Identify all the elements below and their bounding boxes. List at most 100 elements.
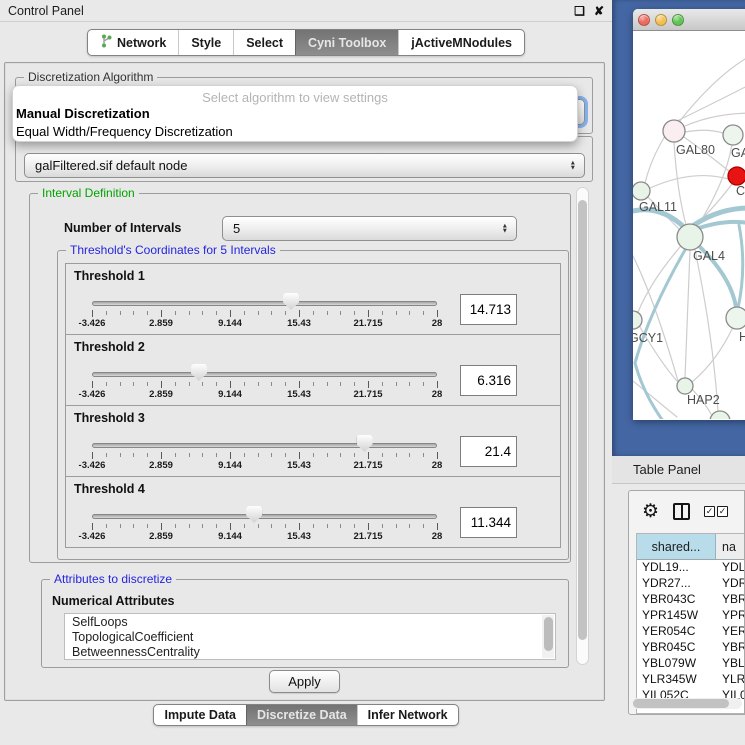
slider-track[interactable]: [92, 443, 437, 448]
gear-icon[interactable]: ⚙: [642, 502, 659, 521]
slider-tick: [147, 311, 148, 315]
tab-jactivemnodules[interactable]: jActiveMNodules: [398, 30, 524, 55]
tab-select[interactable]: Select: [233, 30, 295, 55]
table-data-combobox[interactable]: galFiltered.sif default node ▲▼: [24, 153, 585, 178]
table-row[interactable]: YPR145WYPR1: [637, 608, 744, 624]
number-of-intervals-combobox[interactable]: 5 ▲▼: [222, 216, 517, 241]
network-edge[interactable]: [679, 59, 745, 122]
tab-infer-network[interactable]: Infer Network: [357, 705, 458, 725]
network-edge[interactable]: [685, 113, 745, 126]
slider-tick: [161, 310, 162, 317]
node-label: GAL80: [676, 143, 715, 157]
network-edge[interactable]: [635, 363, 663, 419]
threshold-value-field[interactable]: 21.4: [460, 436, 517, 467]
threshold-value-field[interactable]: 14.713: [460, 294, 517, 325]
mac-zoom-button[interactable]: [672, 14, 684, 26]
network-edge[interactable]: [685, 130, 723, 133]
network-window-titlebar[interactable]: [633, 9, 745, 31]
slider-tick: [147, 382, 148, 386]
tab-cyni-toolbox[interactable]: Cyni Toolbox: [295, 30, 398, 55]
algorithm-hint-option[interactable]: Select algorithm to view settings: [13, 90, 577, 105]
table-row[interactable]: YDL19...YDL1: [637, 560, 744, 576]
table-row[interactable]: YER054CYER0: [637, 624, 744, 640]
float-window-icon[interactable]: ❑: [574, 5, 585, 17]
algorithm-option-equal-width[interactable]: Equal Width/Frequency Discretization: [13, 123, 577, 141]
algorithm-option-manual[interactable]: Manual Discretization: [13, 105, 577, 123]
network-node[interactable]: [728, 167, 745, 185]
slider-thumb[interactable]: [246, 506, 262, 523]
slider-tick: [409, 311, 410, 315]
network-node[interactable]: [710, 411, 730, 419]
network-canvas[interactable]: GAL80GACGAL11GAL4GCY1HHAP2: [633, 31, 745, 419]
table-horizontal-scrollbar[interactable]: [631, 698, 742, 709]
checkbox-icon[interactable]: ✓: [704, 506, 715, 517]
table-toolbar: ⚙ ✓ ✓: [629, 491, 744, 531]
slider-thumb[interactable]: [283, 293, 299, 310]
settings-scrollbar[interactable]: [576, 187, 589, 665]
tab-label: Style: [191, 36, 221, 50]
threshold-row: Threshold 1-3.4262.8599.14415.4321.71528…: [65, 263, 561, 335]
slider-thumb[interactable]: [357, 435, 373, 452]
network-edge[interactable]: [635, 250, 685, 363]
close-panel-icon[interactable]: ✘: [594, 5, 604, 17]
threshold-value-field[interactable]: 6.316: [460, 365, 517, 396]
network-node[interactable]: [663, 120, 685, 142]
attributes-scrollbar[interactable]: [542, 615, 554, 658]
column-header-1[interactable]: shared...: [637, 534, 716, 559]
combo-arrows-icon: ▲▼: [570, 160, 576, 171]
numerical-attributes-list[interactable]: SelfLoopsTopologicalCoefficientBetweenne…: [64, 613, 556, 660]
slider-tick: [258, 382, 259, 386]
node-label: GCY1: [633, 331, 663, 345]
slider-tick: [437, 452, 438, 459]
network-node[interactable]: [723, 125, 743, 145]
slider-tick: [147, 524, 148, 528]
slider-tick: [106, 311, 107, 315]
table-cell: YDR2: [716, 576, 744, 592]
table-row[interactable]: YDR27...YDR2: [637, 576, 744, 592]
slider-track[interactable]: [92, 372, 437, 377]
table-row[interactable]: YBR043CYBR0: [637, 592, 744, 608]
slider-tick: [271, 311, 272, 315]
attribute-item[interactable]: SelfLoops: [65, 614, 555, 629]
top-tab-bar: Network Style SelectCyni Toolbox jActiveMNo…: [87, 29, 525, 56]
slider-tick: [189, 382, 190, 386]
control-panel: Control Panel ❑ ✘ NetworkStyleSelectCyni…: [0, 0, 612, 745]
mac-close-button[interactable]: [638, 14, 650, 26]
table-panel-titlebar: Table Panel: [612, 456, 745, 484]
attribute-item[interactable]: TopologicalCoefficient: [65, 629, 555, 644]
slider-tick: [368, 452, 369, 459]
slider-tick: [120, 382, 121, 386]
network-edge[interactable]: [695, 250, 718, 411]
tab-impute-data[interactable]: Impute Data: [154, 705, 246, 725]
tab-network[interactable]: Network: [88, 30, 178, 55]
slider-track[interactable]: [92, 514, 437, 519]
table-row[interactable]: YLR345WYLR3: [637, 672, 744, 688]
slider-track[interactable]: [92, 301, 437, 306]
slider-thumb[interactable]: [191, 364, 207, 381]
tab-discretize-data[interactable]: Discretize Data: [246, 705, 357, 725]
column-header-2[interactable]: na: [716, 534, 744, 559]
slider-tick: [340, 311, 341, 315]
network-node[interactable]: [633, 311, 642, 329]
network-edge[interactable]: [738, 225, 743, 308]
apply-button[interactable]: Apply: [269, 670, 340, 693]
mac-minimize-button[interactable]: [655, 14, 667, 26]
columns-icon[interactable]: [673, 503, 690, 520]
slider-tick: [423, 311, 424, 315]
table-row[interactable]: YBL079WYBL0: [637, 656, 744, 672]
tab-style[interactable]: Style: [178, 30, 233, 55]
network-node[interactable]: [633, 182, 650, 200]
slider-tick: [161, 523, 162, 530]
table-row[interactable]: YBR045CYBR0: [637, 640, 744, 656]
network-node[interactable]: [677, 378, 693, 394]
network-node[interactable]: [677, 224, 703, 250]
network-edge[interactable]: [685, 250, 690, 378]
network-edge[interactable]: [650, 176, 728, 188]
network-node[interactable]: [726, 307, 745, 329]
checkbox-icon[interactable]: ✓: [717, 506, 728, 517]
tab-label: jActiveMNodules: [411, 36, 512, 50]
network-edge[interactable]: [645, 136, 665, 183]
attribute-item[interactable]: BetweennessCentrality: [65, 644, 555, 659]
threshold-value-field[interactable]: 11.344: [460, 507, 517, 538]
network-edge[interactable]: [677, 83, 745, 121]
